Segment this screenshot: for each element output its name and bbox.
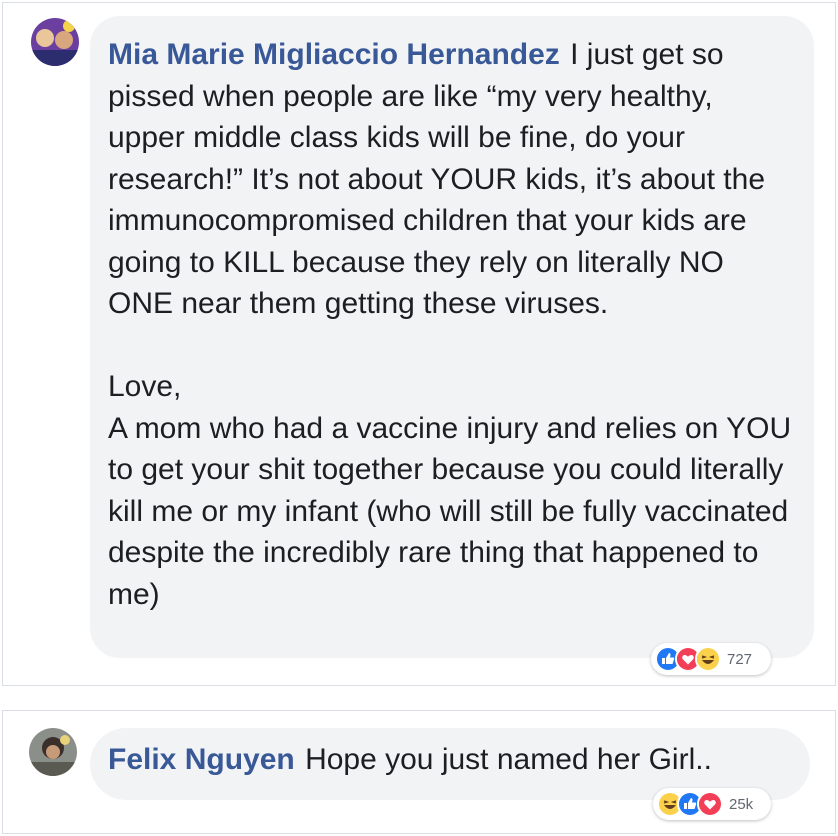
comment-body-paragraph: I just get so pissed when people are lik… (108, 38, 766, 320)
haha-icon (695, 646, 721, 672)
comment-author-link[interactable]: Mia Marie Migliaccio Hernandez (108, 38, 560, 71)
reaction-count: 25k (729, 795, 754, 813)
comment-body-paragraph: A mom who had a vaccine injury and relie… (108, 411, 792, 611)
comment-body-paragraph: Love, (108, 370, 182, 403)
comment-bubble: Mia Marie Migliaccio Hernandez I just ge… (90, 16, 814, 658)
love-icon (697, 791, 723, 817)
comment-text: Felix Nguyen Hope you just named her Gir… (108, 739, 792, 781)
reactions-summary[interactable]: 727 (651, 643, 771, 675)
comment-body-paragraph: Hope you just named her Girl.. (305, 743, 712, 776)
reaction-count: 727 (727, 650, 753, 668)
avatar[interactable] (31, 18, 79, 66)
comment-card: Mia Marie Migliaccio Hernandez I just ge… (2, 2, 836, 686)
reactions-summary[interactable]: 25k (653, 788, 771, 820)
avatar[interactable] (29, 728, 77, 776)
comment-card: Felix Nguyen Hope you just named her Gir… (2, 710, 836, 834)
comment-author-link[interactable]: Felix Nguyen (108, 743, 295, 776)
comment-text: Mia Marie Migliaccio Hernandez I just ge… (108, 34, 796, 325)
